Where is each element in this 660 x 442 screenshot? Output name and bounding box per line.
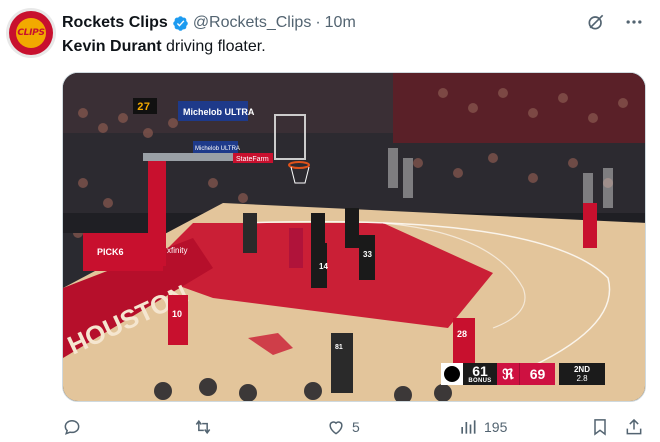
sponsor-side-sign: xfinity — [167, 246, 187, 255]
like-icon — [329, 421, 343, 435]
avatar-logo: CLIPS — [9, 11, 53, 55]
views-icon — [461, 420, 476, 434]
display-name[interactable]: Rockets Clips — [62, 14, 168, 32]
away-score: 61 — [472, 362, 488, 379]
views-count: 195 — [484, 419, 508, 435]
jersey-14: 14 — [319, 262, 328, 271]
handle[interactable]: @Rockets_Clips — [193, 14, 312, 32]
tweet-text-rest: driving floater. — [161, 38, 266, 55]
avatar[interactable]: CLIPS — [6, 8, 56, 58]
avatar-text: CLIPS — [17, 28, 45, 38]
tweet-text: Kevin Durant driving floater. — [62, 37, 266, 57]
sign-michelob-1: Michelob ULTRA — [183, 107, 255, 117]
sign-statefarm: StateFarm — [236, 156, 269, 163]
rockets-logo-icon: ℜ — [497, 363, 519, 385]
share-icon — [626, 418, 642, 435]
bookmark-button[interactable] — [590, 414, 610, 440]
pick6-sign: PICK6 — [97, 247, 124, 257]
nets-logo-icon — [441, 363, 463, 385]
video-player[interactable]: HOUSTON PICK6 xfinity Michelob ULTRA Mic… — [62, 72, 646, 402]
jersey-33: 33 — [363, 250, 372, 259]
tweet-actions: 5 195 — [62, 414, 646, 440]
jersey-10: 10 — [172, 309, 182, 319]
jersey-28: 28 — [457, 329, 467, 339]
jersey-81: 81 — [335, 344, 343, 351]
game-period: 2ND 2.8 — [559, 363, 605, 385]
game-clock: 2.8 — [576, 374, 588, 383]
away-team-score: 61 BONUS — [463, 363, 497, 385]
retweet-icon — [195, 419, 211, 435]
reply-icon — [64, 419, 80, 435]
video-frame: HOUSTON PICK6 xfinity Michelob ULTRA Mic… — [63, 73, 645, 401]
shot-clock: 27 — [137, 102, 150, 114]
header-actions — [584, 10, 646, 34]
like-count: 5 — [352, 419, 360, 435]
grok-icon[interactable] — [584, 10, 608, 34]
tweet-header: Rockets Clips @Rockets_Clips · 10m — [62, 12, 356, 34]
retweet-button[interactable] — [192, 414, 220, 440]
timestamp[interactable]: 10m — [325, 14, 356, 32]
separator-dot: · — [315, 14, 321, 31]
like-button[interactable]: 5 — [326, 414, 360, 440]
home-score: 69 — [519, 363, 555, 385]
period: 2ND — [573, 365, 590, 374]
share-button[interactable] — [624, 414, 644, 440]
verified-badge-icon — [173, 15, 188, 31]
reply-button[interactable] — [62, 414, 88, 440]
bookmark-icon — [594, 419, 606, 436]
more-icon[interactable] — [622, 10, 646, 34]
avatar-ball: CLIPS — [16, 18, 46, 48]
sign-michelob-2: Michelob ULTRA — [195, 146, 240, 152]
tweet-text-bold[interactable]: Kevin Durant — [62, 38, 162, 55]
away-bonus: BONUS — [468, 377, 492, 384]
views-button[interactable]: 195 — [458, 414, 507, 440]
scoreboard: 61 BONUS ℜ 69 2ND 2.8 — [441, 363, 605, 385]
